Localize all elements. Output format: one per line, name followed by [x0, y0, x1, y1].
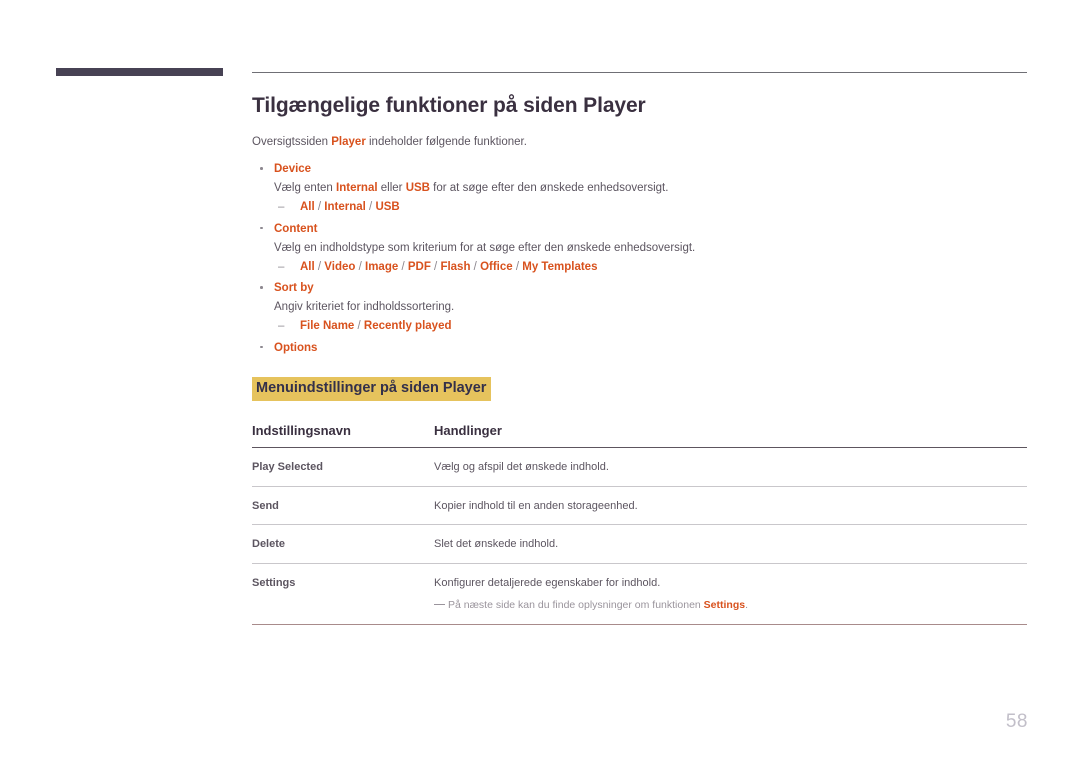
option-value: PDF — [407, 260, 431, 273]
option-separator: / — [355, 260, 365, 273]
option-separator: / — [354, 320, 364, 333]
intro-suffix: indeholder følgende funktioner. — [365, 136, 527, 148]
intro-accent-term: Player — [331, 136, 366, 148]
setting-name-cell: Send — [252, 486, 434, 526]
setting-action-text: Kopier indhold til en anden storageenhed… — [434, 499, 638, 512]
table-row: Settings Konfigurer detaljerede egenskabe… — [252, 563, 1027, 625]
page-content: Tilgængelige funktioner på siden Player … — [252, 94, 1027, 625]
feature-bullet-item: Sort by Angiv kriteriet for indholdssorte… — [252, 280, 1027, 335]
setting-action-text: Konfigurer detaljerede egenskaber for in… — [434, 576, 661, 589]
note-suffix: . — [745, 599, 749, 612]
feature-bullet-description: Angiv kriteriet for indholdssortering. — [274, 299, 1027, 316]
feature-bullet-title: Content — [274, 222, 318, 235]
menu-settings-table: Indstillingsnavn Handlinger Play Selecte… — [252, 423, 1027, 625]
feature-bullet-item: Content Vælg en indholdstype som kriteriu… — [252, 221, 1027, 276]
option-value: Recently played — [363, 320, 452, 333]
header-divider — [252, 72, 1027, 73]
bullet-dot-icon — [260, 167, 263, 170]
description-text: Vælg en indholdstype som kriterium for a… — [274, 241, 696, 254]
bullet-dot-icon — [260, 286, 263, 289]
setting-action-cell: Kopier indhold til en anden storageenhed… — [434, 486, 1027, 526]
feature-option-list: – All / Internal / USB — [274, 198, 1027, 216]
feature-bullet-item: Device Vælg enten Internal eller USB for … — [252, 161, 1027, 216]
option-value: All — [300, 201, 315, 214]
setting-name-cell: Settings — [252, 563, 434, 625]
description-accent-term: USB — [405, 182, 430, 195]
feature-bullet-description: Vælg en indholdstype som kriterium for a… — [274, 240, 1027, 257]
setting-action-cell: Slet det ønskede indhold. — [434, 524, 1027, 564]
note-dash-icon — [434, 604, 445, 606]
setting-note: På næste side kan du finde oplysninger o… — [434, 598, 1027, 614]
setting-action-text: Vælg og afspil det ønskede indhold. — [434, 461, 609, 474]
feature-option-list: – All / Video / Image / PDF / Flash / Off… — [274, 258, 1027, 276]
option-value: Flash — [440, 260, 471, 273]
setting-action-cell: Konfigurer detaljerede egenskaber for in… — [434, 563, 1027, 625]
option-separator: / — [314, 260, 325, 273]
option-value: Internal — [324, 201, 366, 214]
setting-name-cell: Delete — [252, 524, 434, 564]
option-value: All — [300, 260, 315, 273]
sub-item-dash-icon: – — [278, 201, 285, 214]
feature-option-list: – File Name / Recently played — [274, 317, 1027, 335]
feature-bullet-title: Sort by — [274, 282, 314, 295]
option-value: Image — [365, 260, 399, 273]
description-text: Vælg enten — [274, 182, 337, 195]
setting-name-cell: Play Selected — [252, 447, 434, 487]
option-separator: / — [470, 260, 481, 273]
table-body: Play Selected Vælg og afspil det ønskede … — [252, 447, 1027, 625]
table-row: Delete Slet det ønskede indhold. — [252, 524, 1027, 564]
option-value: File Name — [300, 320, 355, 333]
section-heading-container: Menuindstillinger på siden Player — [252, 377, 1027, 402]
option-separator: / — [365, 201, 376, 214]
sub-item-dash-icon: – — [278, 260, 285, 273]
corner-accent-bar — [56, 68, 223, 76]
option-value: USB — [375, 201, 400, 214]
table-row: Play Selected Vælg og afspil det ønskede … — [252, 447, 1027, 487]
setting-action-text: Slet det ønskede indhold. — [434, 538, 559, 551]
sub-item-dash-icon: – — [278, 320, 285, 333]
table-row: Send Kopier indhold til en anden storagee… — [252, 486, 1027, 526]
table-header-row: Indstillingsnavn Handlinger — [252, 423, 1027, 449]
note-text: På næste side kan du finde oplysninger o… — [448, 599, 704, 612]
option-value: My Templates — [522, 260, 598, 273]
description-text: for at søge efter den ønskede enhedsover… — [429, 182, 669, 195]
feature-bullet-list: Device Vælg enten Internal eller USB for … — [252, 161, 1027, 357]
option-value: Video — [324, 260, 356, 273]
note-accent-term: Settings — [703, 599, 746, 612]
feature-bullet-title: Device — [274, 163, 312, 176]
bullet-dot-icon — [260, 345, 263, 349]
feature-bullet-item: Options — [252, 340, 1027, 358]
description-accent-term: Internal — [336, 182, 378, 195]
bullet-dot-icon — [260, 226, 263, 230]
description-text: eller — [377, 182, 406, 195]
option-separator: / — [314, 201, 325, 214]
feature-bullet-title: Options — [274, 341, 318, 354]
setting-action-cell: Vælg og afspil det ønskede indhold. — [434, 447, 1027, 487]
intro-paragraph: Oversigtssiden Player indeholder følgend… — [252, 134, 1027, 151]
option-separator: / — [430, 260, 441, 273]
column-header-name: Indstillingsnavn — [252, 423, 434, 449]
option-separator: / — [512, 260, 523, 273]
description-text: Angiv kriteriet for indholdssortering. — [274, 300, 455, 313]
page-title: Tilgængelige funktioner på siden Player — [252, 94, 646, 117]
column-header-action: Handlinger — [434, 423, 1027, 449]
intro-prefix: Oversigtssiden — [252, 136, 332, 148]
section-heading: Menuindstillinger på siden Player — [252, 377, 492, 402]
option-separator: / — [398, 260, 408, 273]
option-value: Office — [480, 260, 513, 273]
page-number: 58 — [1005, 711, 1028, 732]
feature-bullet-description: Vælg enten Internal eller USB for at søg… — [274, 180, 1027, 197]
